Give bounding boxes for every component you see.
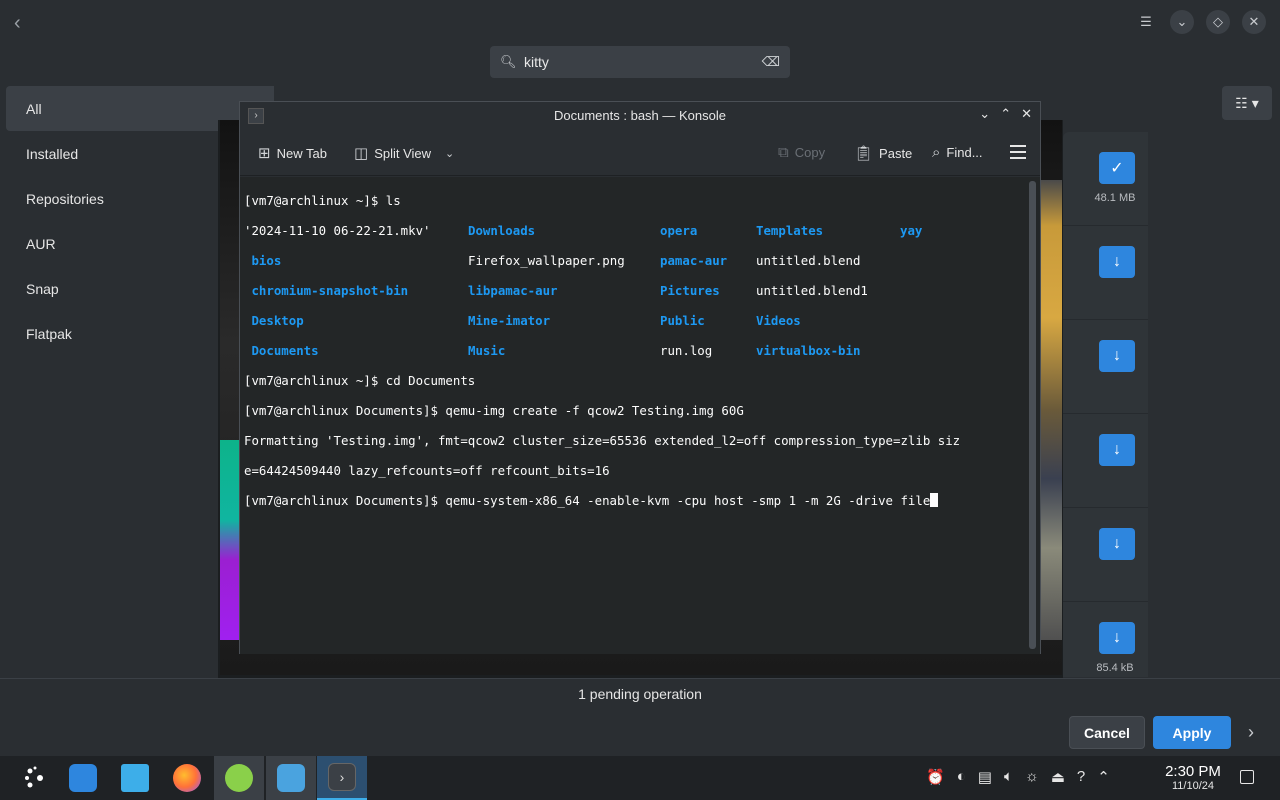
list-item[interactable]: ↓ 85.4 kB (1063, 602, 1148, 678)
cancel-button[interactable]: Cancel (1069, 716, 1145, 749)
package-size: 48.1 MB (1094, 192, 1136, 204)
ls-row: Documents Music run.log virtualbox-bin (244, 343, 861, 358)
apply-button[interactable]: Apply (1153, 716, 1231, 749)
ls-row: Desktop Mine-imator Public Videos (244, 313, 801, 328)
ls-row: '2024-11-10 06-22-21.mkv' Downloads opera T… (244, 223, 923, 238)
ls-row: bios Firefox_wallpaper.png pamac-aur untitl… (244, 253, 861, 268)
window-controls: ⌄ ⌃ ✕ (979, 106, 1032, 122)
search-icon: ⌕ (932, 144, 941, 161)
discover-task-icon[interactable] (214, 756, 264, 800)
chevron-down-icon[interactable]: ⌄ (445, 147, 454, 160)
new-tab-icon: ⊞ (258, 145, 271, 162)
chevron-up-icon[interactable]: ⌃ (1097, 768, 1110, 786)
file-manager-icon[interactable] (110, 756, 160, 800)
back-arrow-icon[interactable]: ‹ (14, 12, 34, 34)
pending-status: 1 pending operation (578, 686, 702, 702)
system-tray: ⏰ ◐ ▤ 🔈︎ ☼ ⏏ ? ⌃ (926, 768, 1110, 786)
notifications-icon[interactable]: ⏰ (926, 768, 945, 786)
title-bar[interactable]: › Documents : bash — Konsole ⌄ ⌃ ✕ (240, 102, 1040, 130)
screenshot-edge-left (220, 440, 240, 640)
paste-button[interactable]: 📋︎ Paste (854, 144, 912, 162)
clock[interactable]: 2:30 PM 11/10/24 (1158, 764, 1228, 793)
clear-search-icon[interactable]: ⌫ (762, 54, 780, 70)
list-item[interactable]: ↓ (1063, 508, 1148, 602)
search-input[interactable]: kitty (524, 54, 762, 70)
help-icon[interactable]: ? (1077, 768, 1085, 786)
list-item[interactable]: ↓ (1063, 414, 1148, 508)
minimize-icon[interactable]: ⌄ (979, 106, 990, 122)
download-icon[interactable]: ↓ (1099, 434, 1135, 466)
new-tab-button[interactable]: ⊞ New Tab (258, 144, 327, 162)
discover-store-icon[interactable] (58, 756, 108, 800)
volume-icon[interactable]: 🔈︎ (1004, 768, 1013, 786)
find-button[interactable]: ⌕ Find... (932, 144, 983, 161)
virtualbox-icon[interactable] (266, 756, 316, 800)
command-output: Formatting 'Testing.img', fmt=qcow2 clus… (244, 433, 961, 448)
paste-icon: 📋︎ (854, 145, 874, 162)
update-icon[interactable]: ◐ (957, 768, 966, 786)
window-title: Documents : bash — Konsole (554, 108, 726, 123)
list-item[interactable]: ↓ (1063, 226, 1148, 320)
close-icon[interactable]: ✕ (1021, 106, 1032, 122)
ls-row: chromium-snapshot-bin libpamac-aur Picture… (244, 283, 868, 298)
screenshot-edge-right (1040, 180, 1062, 640)
firefox-icon[interactable] (162, 756, 212, 800)
download-icon[interactable]: ↓ (1099, 340, 1135, 372)
package-size: 85.4 kB (1096, 662, 1134, 674)
copy-icon: ⧉ (778, 144, 789, 161)
brightness-icon[interactable]: ☼ (1025, 768, 1039, 786)
current-command: qemu-system-x86_64 -enable-kvm -cpu host… (445, 493, 931, 508)
konsole-window: › Documents : bash — Konsole ⌄ ⌃ ✕ ⊞ New… (239, 101, 1041, 654)
download-icon[interactable]: ↓ (1099, 246, 1135, 278)
app-launcher-icon[interactable] (10, 756, 60, 800)
minimize-icon[interactable]: ⌄ (1170, 10, 1194, 34)
maximize-icon[interactable]: ◇ (1206, 10, 1230, 34)
list-item[interactable]: ✓ 48.1 MB (1063, 132, 1148, 226)
search-icon: 🔍︎ (500, 54, 517, 69)
konsole-task-icon[interactable]: › (317, 756, 367, 800)
hamburger-menu-icon[interactable] (1010, 145, 1026, 163)
toolbar: ⊞ New Tab ◫ Split View ⌄ ⧉ Copy 📋︎ Paste… (240, 130, 1040, 176)
split-view-button[interactable]: ◫ Split View ⌄ (354, 144, 454, 162)
installed-check-icon[interactable]: ✓ (1099, 152, 1135, 184)
view-mode-button[interactable]: ☷ ▾ (1222, 86, 1272, 120)
download-icon[interactable]: ↓ (1099, 622, 1135, 654)
taskbar: › ⏰ ◐ ▤ 🔈︎ ☼ ⏏ ? ⌃ (0, 756, 1280, 800)
menu-icon[interactable]: ☰ (1134, 10, 1158, 34)
maximize-icon[interactable]: ⌃ (1000, 106, 1011, 122)
terminal-output[interactable]: [vm7@archlinux ~]$ ls '2024-11-10 06-22-… (240, 177, 1026, 654)
split-view-icon: ◫ (354, 145, 369, 162)
close-icon[interactable]: ✕ (1242, 10, 1266, 34)
copy-button[interactable]: ⧉ Copy (778, 144, 825, 161)
scrollbar[interactable] (1026, 177, 1040, 654)
discover-header: ‹ ☰ ⌄ ◇ ✕ 🔍︎ kitty ⌫ (0, 0, 1280, 88)
window-controls: ☰ ⌄ ◇ ✕ (1134, 10, 1266, 34)
chevron-right-icon[interactable]: › (1248, 722, 1254, 743)
command-output: e=64424509440 lazy_refcounts=off refcoun… (244, 463, 610, 478)
scrollbar-thumb[interactable] (1029, 181, 1036, 649)
list-item[interactable]: ↓ (1063, 320, 1148, 414)
show-desktop-icon[interactable] (1240, 770, 1254, 784)
usb-icon[interactable]: ⏏ (1051, 768, 1065, 786)
text-cursor (930, 493, 939, 507)
search-field[interactable]: 🔍︎ kitty ⌫ (490, 46, 790, 78)
download-icon[interactable]: ↓ (1099, 528, 1135, 560)
clipboard-icon[interactable]: ▤ (978, 768, 992, 786)
